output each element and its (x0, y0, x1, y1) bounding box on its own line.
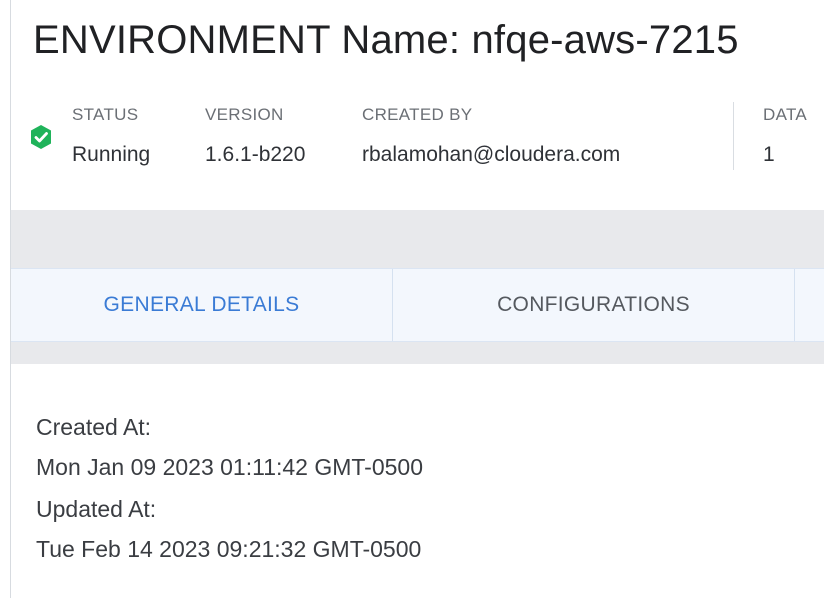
updated-at-label: Updated At: (36, 496, 157, 522)
page-title: ENVIRONMENT Name: nfqe-aws-7215 (33, 18, 739, 62)
created-at-label: Created At: (36, 414, 152, 440)
tab-separator (11, 342, 824, 364)
tab-next[interactable] (795, 269, 824, 341)
updated-at-row: Updated At: Tue Feb 14 2023 09:21:32 GMT… (36, 494, 423, 564)
version-value: 1.6.1-b220 (205, 143, 306, 166)
section-separator (11, 210, 824, 268)
updated-at-value: Tue Feb 14 2023 09:21:32 GMT-0500 (36, 536, 422, 562)
created-by-label: CREATED BY (362, 105, 473, 124)
status-column: STATUS Running (72, 105, 150, 167)
tab-configurations[interactable]: CONFIGURATIONS (393, 269, 795, 341)
version-column: VERSION 1.6.1-b220 (205, 105, 305, 167)
version-label: VERSION (205, 105, 284, 124)
check-badge-icon (31, 125, 51, 149)
created-at-value: Mon Jan 09 2023 01:11:42 GMT-0500 (36, 454, 424, 480)
created-by-value: rbalamohan@cloudera.com (362, 143, 621, 166)
created-by-column: CREATED BY rbalamohan@cloudera.com (362, 105, 620, 167)
data-value: 1 (763, 143, 775, 166)
created-at-row: Created At: Mon Jan 09 2023 01:11:42 GMT… (36, 412, 423, 482)
environment-panel: ENVIRONMENT Name: nfqe-aws-7215 STATUS R… (10, 0, 824, 598)
data-label: DATA (763, 105, 808, 124)
tab-general-details[interactable]: GENERAL DETAILS (11, 269, 393, 341)
data-column: DATA 1 (763, 105, 807, 167)
status-value: Running (72, 143, 151, 166)
meta-divider (733, 102, 734, 170)
tab-bar: GENERAL DETAILS CONFIGURATIONS (11, 268, 824, 342)
general-details-content: Created At: Mon Jan 09 2023 01:11:42 GMT… (36, 412, 423, 564)
status-label: STATUS (72, 105, 139, 124)
